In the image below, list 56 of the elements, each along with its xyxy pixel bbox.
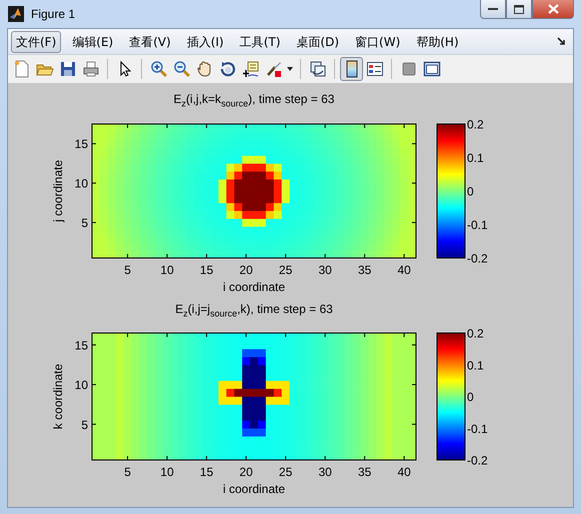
minimize-button[interactable]	[480, 0, 506, 19]
tick-label: 25	[278, 465, 292, 479]
dock-arrow-icon[interactable]	[557, 37, 566, 46]
tick-label: 15	[200, 263, 214, 277]
tick-label: 5	[81, 216, 88, 230]
window-title: Figure 1	[31, 7, 76, 21]
tick-label: 5	[124, 263, 131, 277]
tick-label: 10	[74, 378, 88, 392]
menu-item[interactable]: 插入(I)	[182, 30, 229, 52]
tick-label: -0.1	[467, 422, 488, 436]
menu-item[interactable]: 帮助(H)	[411, 30, 464, 52]
tick-label: 0	[467, 184, 474, 198]
tick-label: 0.1	[467, 151, 484, 165]
menu-item[interactable]: 工具(T)	[234, 30, 286, 52]
menu-item[interactable]: 窗口(W)	[350, 30, 406, 52]
close-button[interactable]	[532, 0, 574, 19]
maximize-button[interactable]	[506, 0, 532, 19]
axis-label: k coordinate	[51, 364, 65, 430]
tick-label: 0	[467, 390, 474, 404]
menu-item[interactable]: 编辑(E)	[67, 30, 118, 52]
axis-label: j coordinate	[51, 160, 65, 222]
tick-label: 25	[278, 263, 292, 277]
menu-item[interactable]: 文件(F)	[11, 30, 62, 52]
tick-label: 5	[81, 418, 88, 432]
tick-label: -0.1	[467, 218, 488, 232]
tick-label: 30	[318, 263, 332, 277]
tick-label: 35	[358, 263, 372, 277]
tick-label: 10	[74, 176, 88, 191]
tick-label: 15	[74, 137, 88, 152]
axis-label: i coordinate	[222, 482, 286, 496]
tick-label: 10	[160, 263, 174, 277]
close-icon	[548, 4, 558, 14]
tick-label: 20	[239, 263, 253, 277]
menu-item[interactable]: 桌面(D)	[291, 30, 344, 52]
maximize-icon	[514, 4, 524, 14]
minimize-icon	[488, 7, 498, 11]
menu-item[interactable]: 查看(V)	[124, 30, 176, 52]
app-logo-icon	[8, 6, 24, 22]
plot-title: E$_{z}$(i,j,k=k$_{source}$), time step = 63	[172, 92, 336, 108]
tick-label: -0.2	[467, 252, 488, 266]
tick-label: 0.2	[467, 326, 484, 340]
tick-label: 10	[160, 465, 174, 479]
tick-label: 35	[358, 465, 372, 479]
tick-label: 40	[397, 263, 411, 277]
plot-title: E$_{z}$(i,j=j$_{source}$,k), time step = 63	[174, 302, 334, 318]
axis-label: i coordinate	[222, 280, 286, 294]
tick-label: 0.1	[467, 358, 484, 372]
tick-label: 20	[239, 465, 253, 479]
tick-label: 30	[318, 465, 332, 479]
tick-label: 15	[74, 338, 88, 352]
tick-label: 40	[397, 465, 411, 479]
tick-label: 5	[124, 465, 131, 479]
colorbar-icon[interactable]	[340, 57, 363, 81]
tick-label: 0.2	[467, 118, 484, 132]
tick-label: -0.2	[467, 454, 488, 468]
tick-label: 15	[200, 465, 214, 479]
